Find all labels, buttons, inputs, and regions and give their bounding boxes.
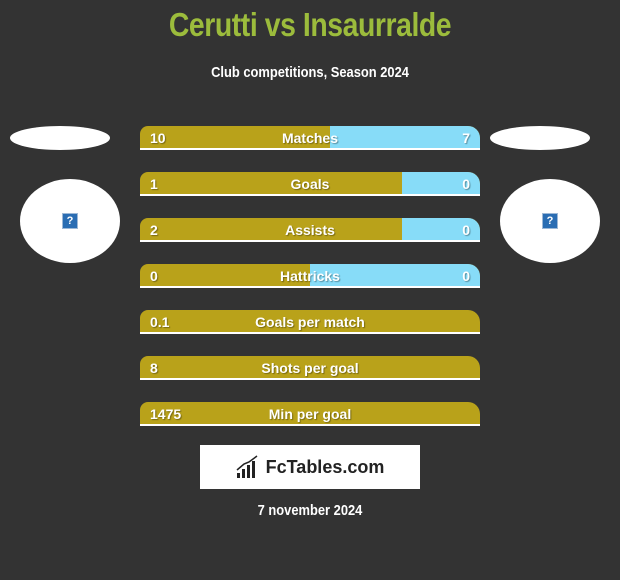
right-value: 7 [462,130,470,146]
logo-text: FcTables.com [265,456,385,477]
page-subtitle: Club competitions, Season 2024 [211,64,409,81]
broken-image-icon: ? [62,213,78,229]
stat-row-hattricks: 0 Hattricks 0 [140,264,480,288]
report-date: 7 november 2024 [257,502,363,519]
stat-row-goals: 1 Goals 0 [140,172,480,196]
stat-label: Goals [290,176,330,192]
left-player-photo: ? [20,179,120,263]
stat-label: Min per goal [268,406,352,422]
stat-label: Hattricks [280,268,340,284]
page-title: Cerutti vs Insaurralde [168,6,452,43]
right-team-badge [490,126,590,150]
fctables-logo[interactable]: FcTables.com [200,445,420,489]
stat-row-min-per-goal: 1475 Min per goal [140,402,480,426]
broken-image-icon: ? [542,213,558,229]
stat-label: Shots per goal [261,360,359,376]
right-player-photo: ? [500,179,600,263]
stat-row-matches: 10 Matches 7 [140,126,480,150]
stat-row-shots-per-goal: 8 Shots per goal [140,356,480,380]
right-value: 0 [462,222,470,238]
right-value: 0 [462,176,470,192]
stat-label: Matches [281,130,339,146]
stat-row-goals-per-match: 0.1 Goals per match [140,310,480,334]
bar-chart-icon [236,455,258,478]
stat-label: Assists [285,222,335,238]
stat-row-assists: 2 Assists 0 [140,218,480,242]
stat-label: Goals per match [255,314,365,330]
left-team-badge [10,126,110,150]
right-value: 0 [462,268,470,284]
